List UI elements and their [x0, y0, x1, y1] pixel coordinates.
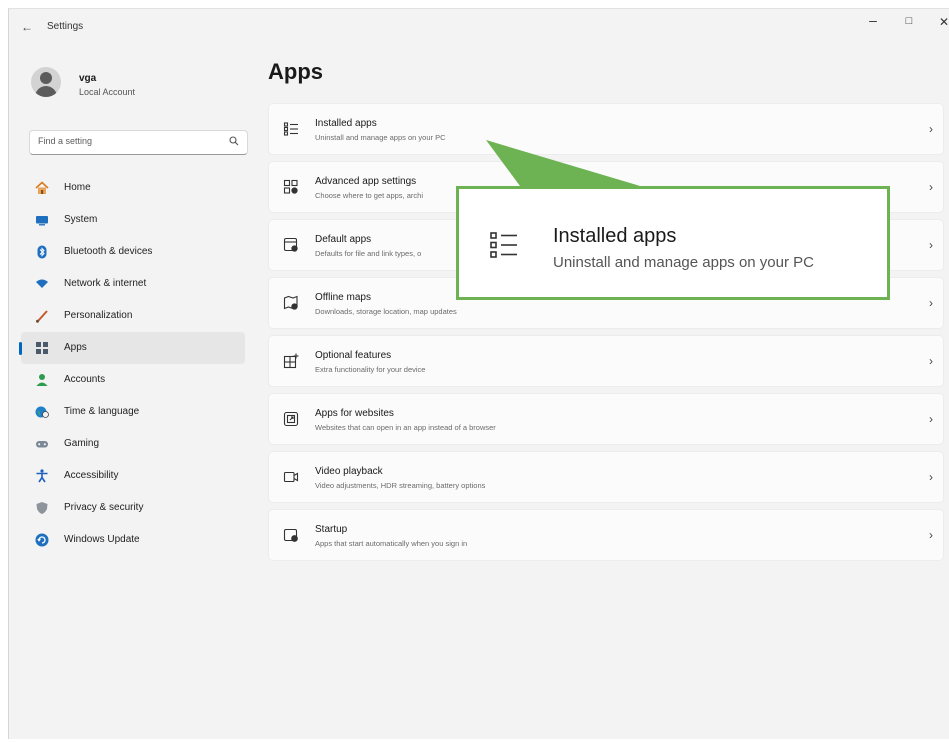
installed-apps-callout: Installed apps Uninstall and manage apps… [456, 186, 890, 300]
sidebar-item-label: System [64, 214, 98, 225]
card-description: Downloads, storage location, map updates [315, 307, 457, 316]
globe-clock-icon [35, 405, 49, 419]
gamepad-icon [35, 437, 49, 451]
search-box[interactable] [29, 130, 248, 155]
installed-apps-card[interactable]: Installed apps Uninstall and manage apps… [268, 103, 944, 155]
card-title: Default apps [315, 234, 372, 245]
sidebar-item-home[interactable]: Home [21, 172, 245, 204]
chevron-right-icon: › [929, 354, 933, 368]
card-title: Startup [315, 524, 348, 535]
sidebar-item-windows-update[interactable]: Windows Update [21, 524, 245, 556]
sidebar-item-label: Bluetooth & devices [64, 246, 153, 257]
shield-icon [35, 501, 49, 515]
sidebar-item-label: Privacy & security [64, 502, 144, 513]
sidebar-item-bluetooth[interactable]: Bluetooth & devices [21, 236, 245, 268]
optional-features-card[interactable]: Optional features Extra functionality fo… [268, 335, 944, 387]
settings-window: ← Settings – □ ✕ vga Local Account Home … [8, 8, 949, 739]
video-icon [283, 469, 299, 485]
sidebar-item-privacy[interactable]: Privacy & security [21, 492, 245, 524]
card-description: Websites that can open in an app instead… [315, 423, 496, 432]
card-title: Installed apps [315, 118, 377, 129]
chevron-right-icon: › [929, 122, 933, 136]
back-arrow-icon[interactable]: ← [21, 20, 33, 34]
network-icon [35, 277, 49, 291]
default-apps-icon [283, 237, 299, 253]
apps-settings-list: Installed apps Uninstall and manage apps… [268, 103, 944, 567]
list-icon [489, 231, 519, 264]
sidebar-item-network[interactable]: Network & internet [21, 268, 245, 300]
card-description: Extra functionality for your device [315, 365, 426, 374]
card-description: Apps that start automatically when you s… [315, 539, 468, 548]
advanced-app-settings-icon [283, 179, 299, 195]
search-input[interactable] [36, 135, 220, 147]
system-icon [35, 213, 49, 227]
chevron-right-icon: › [929, 528, 933, 542]
card-title: Video playback [315, 466, 383, 477]
offline-maps-icon [283, 295, 299, 311]
update-icon [35, 533, 49, 547]
sidebar-item-accounts[interactable]: Accounts [21, 364, 245, 396]
optional-features-icon [283, 353, 299, 369]
card-description: Uninstall and manage apps on your PC [315, 133, 446, 142]
chevron-right-icon: › [929, 470, 933, 484]
close-button[interactable]: ✕ [934, 15, 949, 29]
home-icon [35, 181, 49, 195]
video-playback-card[interactable]: Video playback Video adjustments, HDR st… [268, 451, 944, 503]
minimize-button[interactable]: – [863, 12, 883, 28]
card-title: Optional features [315, 350, 392, 361]
card-title: Advanced app settings [315, 176, 417, 187]
startup-icon [283, 527, 299, 543]
accounts-icon [35, 373, 49, 387]
sidebar-item-label: Network & internet [64, 278, 147, 289]
chevron-right-icon: › [929, 296, 933, 310]
sidebar-item-label: Personalization [64, 310, 133, 321]
callout-description: Uninstall and manage apps on your PC [553, 254, 814, 271]
sidebar-item-apps[interactable]: Apps [19, 332, 245, 364]
card-description: Defaults for file and link types, o [315, 249, 422, 258]
sidebar-item-label: Apps [64, 342, 87, 353]
search-icon[interactable] [229, 136, 239, 149]
card-title: Offline maps [315, 292, 371, 303]
sidebar-item-time-language[interactable]: Time & language [21, 396, 245, 428]
card-title: Apps for websites [315, 408, 394, 419]
accessibility-icon [35, 469, 49, 483]
maximize-button[interactable]: □ [899, 15, 919, 27]
sidebar-item-label: Home [64, 182, 91, 193]
user-name: vga [79, 73, 97, 84]
avatar [31, 67, 61, 97]
chevron-right-icon: › [929, 412, 933, 426]
sidebar-nav: Home System Bluetooth & devices Network … [19, 172, 245, 556]
sidebar-item-accessibility[interactable]: Accessibility [21, 460, 245, 492]
callout-title: Installed apps [553, 225, 677, 247]
sidebar-item-gaming[interactable]: Gaming [21, 428, 245, 460]
sidebar-item-label: Gaming [64, 438, 100, 449]
brush-icon [35, 309, 49, 323]
window-title: Settings [47, 21, 84, 32]
account-type: Local Account [79, 87, 136, 97]
page-title: Apps [268, 59, 323, 84]
chevron-right-icon: › [929, 238, 933, 252]
card-description: Choose where to get apps, archi [315, 191, 423, 200]
sidebar-item-personalization[interactable]: Personalization [21, 300, 245, 332]
list-icon [283, 121, 299, 137]
sidebar-item-label: Accounts [64, 374, 106, 385]
title-bar: ← Settings – □ ✕ [9, 9, 949, 45]
apps-icon [35, 341, 49, 355]
user-profile[interactable]: vga Local Account [31, 67, 231, 109]
startup-card[interactable]: Startup Apps that start automatically wh… [268, 509, 944, 561]
sidebar-item-system[interactable]: System [21, 204, 245, 236]
card-description: Video adjustments, HDR streaming, batter… [315, 481, 486, 490]
sidebar-item-label: Windows Update [64, 534, 140, 545]
chevron-right-icon: › [929, 180, 933, 194]
apps-for-websites-icon [283, 411, 299, 427]
bluetooth-icon [35, 245, 49, 259]
sidebar-item-label: Accessibility [64, 470, 119, 481]
apps-for-websites-card[interactable]: Apps for websites Websites that can open… [268, 393, 944, 445]
sidebar-item-label: Time & language [64, 406, 140, 417]
